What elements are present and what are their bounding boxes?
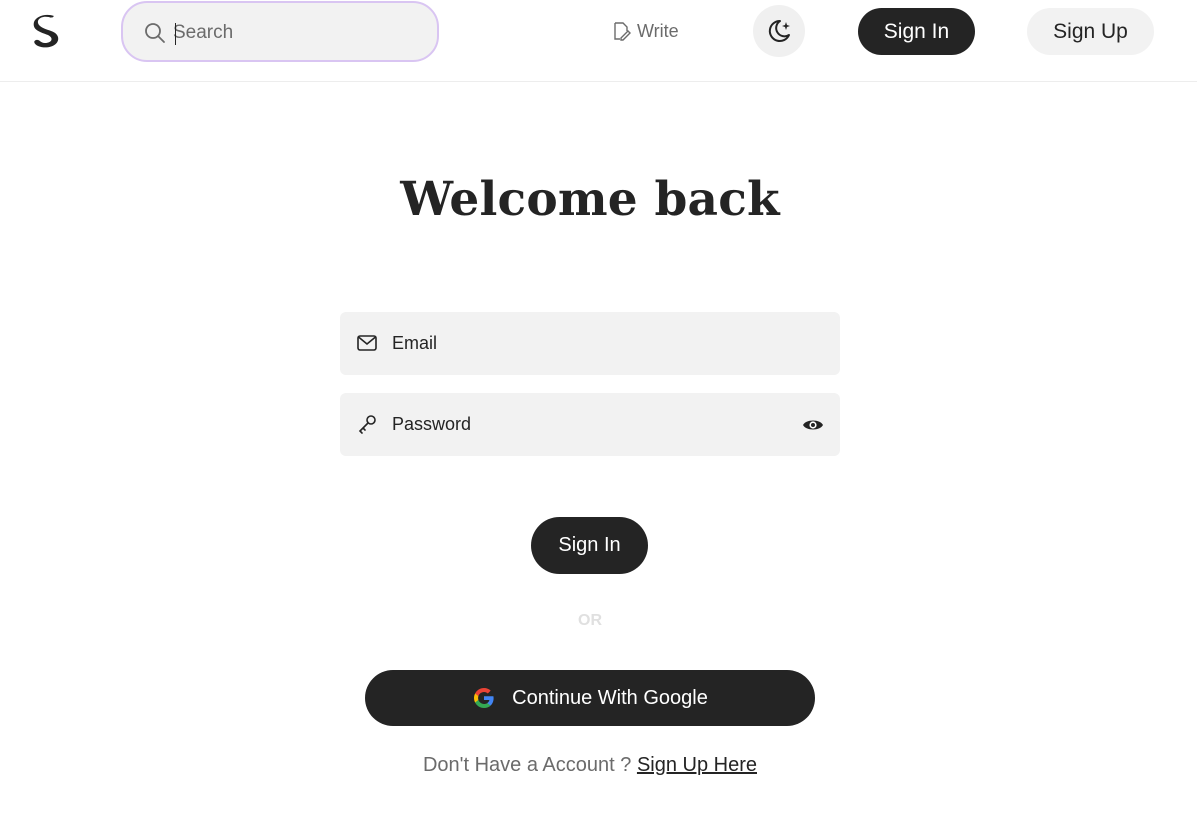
write-link[interactable]: Write	[611, 18, 679, 44]
snake-logo-icon[interactable]	[28, 12, 66, 52]
signup-prompt: Don't Have a Account ? Sign Up Here	[0, 754, 1180, 777]
write-icon	[614, 22, 631, 41]
continue-with-google-button[interactable]: Continue With Google	[365, 670, 815, 726]
theme-toggle-button[interactable]	[753, 5, 805, 57]
google-button-label: Continue With Google	[512, 686, 708, 709]
or-divider: OR	[578, 612, 602, 629]
search-box[interactable]	[121, 1, 439, 62]
text-caret	[175, 23, 176, 45]
mail-icon	[357, 335, 377, 351]
moon-stars-icon	[768, 19, 790, 42]
search-icon	[145, 23, 165, 43]
password-field[interactable]	[340, 393, 840, 456]
header-signin-button[interactable]: Sign In	[858, 8, 975, 55]
email-field[interactable]	[340, 312, 840, 375]
snake-logo-svg	[33, 14, 59, 48]
top-navbar: Write Sign In Sign Up	[0, 0, 1197, 82]
key-icon	[358, 415, 376, 434]
write-label: Write	[637, 20, 679, 41]
google-icon	[474, 688, 494, 708]
signin-button[interactable]: Sign In	[531, 517, 648, 574]
search-input[interactable]	[173, 19, 423, 47]
signup-here-link[interactable]: Sign Up Here	[637, 754, 757, 776]
email-input[interactable]	[392, 329, 792, 357]
signup-prompt-text: Don't Have a Account ?	[422, 754, 632, 776]
eye-icon[interactable]	[802, 414, 824, 436]
page-title: Welcome back	[400, 172, 780, 227]
header-signup-button[interactable]: Sign Up	[1027, 8, 1154, 55]
password-input[interactable]	[392, 410, 792, 438]
